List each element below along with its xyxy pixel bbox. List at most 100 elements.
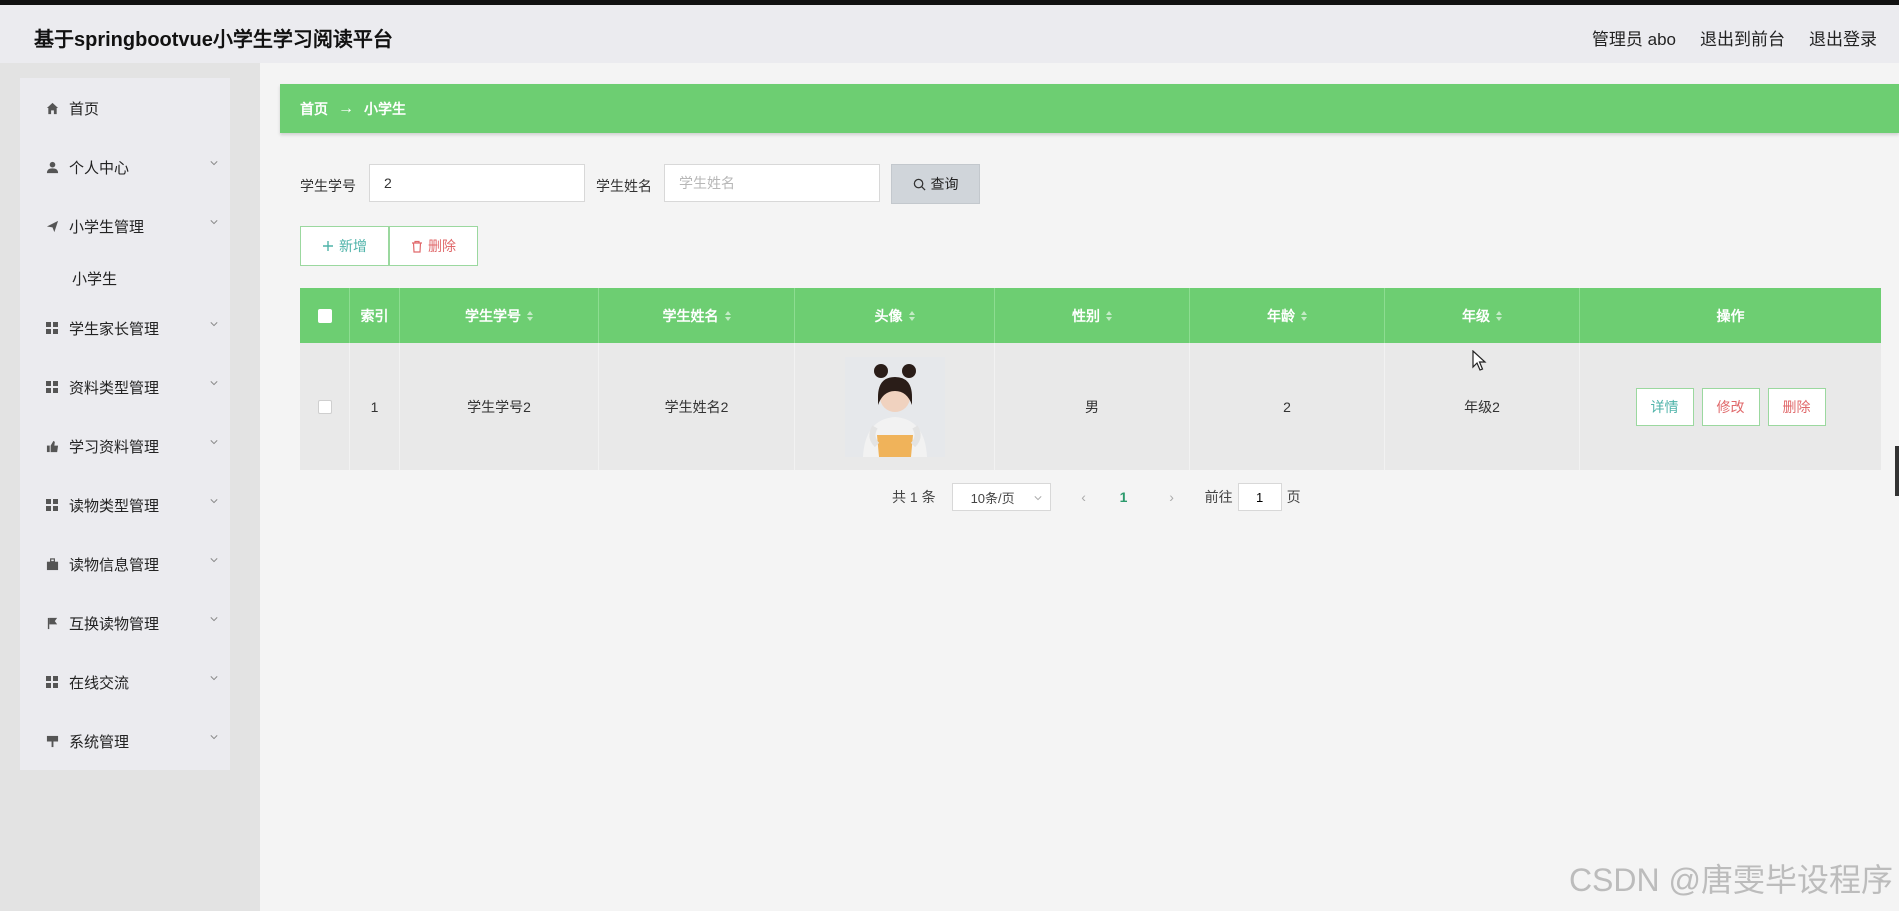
sidebar-item-reading-type-management[interactable]: 读物类型管理 (20, 485, 230, 525)
sidebar-item-label: 读物信息管理 (69, 556, 160, 574)
student-id-label: 学生学号 (300, 178, 356, 194)
row-delete-button[interactable]: 删除 (1767, 387, 1826, 426)
app-header: 基于springbootvue小学生学习阅读平台 管理员 abo 退出到前台 退… (0, 5, 1899, 63)
student-id-input[interactable] (369, 164, 585, 202)
sidebar-item-material-type-management[interactable]: 资料类型管理 (20, 367, 230, 407)
sidebar-subitem-student[interactable]: 小学生 (72, 268, 117, 289)
sidebar-item-label: 系统管理 (69, 733, 130, 751)
sidebar-item-label: 小学生管理 (69, 218, 145, 236)
column-header-label: 年龄 (1267, 307, 1295, 324)
mouse-cursor-icon (1472, 350, 1487, 371)
breadcrumb: 首页 → 小学生 (280, 84, 1899, 133)
column-header-actions: 操作 (1580, 288, 1881, 343)
page-size-select[interactable]: 10条/页 (951, 483, 1051, 511)
chevron-down-icon (210, 558, 218, 563)
sidebar-item-label: 学习资料管理 (69, 438, 160, 456)
app-title: 基于springbootvue小学生学习阅读平台 (34, 29, 393, 51)
sort-icon[interactable] (1301, 310, 1307, 321)
query-button-label: 查询 (930, 176, 959, 192)
sidebar-item-reading-info-management[interactable]: 读物信息管理 (20, 544, 230, 584)
thumb-icon (45, 439, 59, 453)
page-number-current[interactable]: 1 (1109, 489, 1139, 505)
scrollbar-thumb[interactable] (1895, 446, 1899, 496)
sidebar-item-label: 互换读物管理 (69, 615, 160, 633)
pagination: 共 1 条 10条/页 ‹ 1 › 前往 页 (892, 482, 1301, 512)
sort-icon[interactable] (908, 310, 915, 321)
select-all-cell (300, 288, 350, 343)
add-button[interactable]: 新增 (300, 226, 389, 266)
chevron-down-icon (210, 220, 218, 225)
total-count: 共 1 条 (892, 489, 936, 505)
sidebar-item-personal-center[interactable]: 个人中心 (20, 147, 230, 187)
chevron-down-icon (210, 161, 218, 166)
batch-delete-button-label: 删除 (428, 238, 456, 254)
add-button-label: 新增 (339, 238, 367, 254)
flag-icon (45, 616, 59, 630)
goto-prefix: 前往 (1204, 489, 1233, 505)
sidebar-item-study-material-management[interactable]: 学习资料管理 (20, 426, 230, 466)
chevron-down-icon (210, 499, 218, 504)
cell-gender: 男 (995, 343, 1190, 470)
watermark-text: CSDN @唐雯毕设程序 (1568, 862, 1893, 898)
cell-avatar (795, 343, 995, 470)
plus-icon (323, 241, 333, 251)
student-avatar-image (844, 356, 945, 457)
exit-to-front-link[interactable]: 退出到前台 (1700, 25, 1785, 50)
edit-button[interactable]: 修改 (1701, 387, 1760, 426)
chevron-down-icon (210, 381, 218, 386)
sidebar-item-parent-management[interactable]: 学生家长管理 (20, 308, 230, 348)
chevron-down-icon (1034, 496, 1042, 501)
logout-link[interactable]: 退出登录 (1809, 25, 1877, 50)
column-header-label: 学生学号 (465, 307, 521, 324)
cell-index: 1 (350, 343, 400, 470)
column-header-label: 性别 (1072, 307, 1100, 324)
sort-icon[interactable] (1496, 310, 1502, 321)
query-button[interactable]: 查询 (891, 164, 980, 204)
admin-user-label[interactable]: 管理员 abo (1592, 25, 1676, 50)
sidebar-item-system-management[interactable]: 系统管理 (20, 721, 230, 761)
sidebar-item-label: 在线交流 (69, 674, 130, 692)
sidebar-menu: 首页 个人中心 小学生管理 小学生 学生家长管理 资料类型管理 学习资料管理 读… (20, 78, 230, 770)
sidebar-item-label: 个人中心 (69, 159, 130, 177)
column-header-avatar[interactable]: 头像 (795, 288, 995, 343)
row-checkbox[interactable] (317, 399, 332, 414)
breadcrumb-current: 小学生 (364, 100, 406, 117)
prev-page-button[interactable]: ‹ (1069, 489, 1099, 505)
column-header-label: 操作 (1716, 307, 1745, 324)
sort-icon[interactable] (724, 310, 731, 321)
breadcrumb-home-link[interactable]: 首页 (300, 99, 328, 119)
grid-icon (45, 380, 59, 394)
column-header-gender[interactable]: 性别 (995, 288, 1190, 343)
breadcrumb-arrow: → (338, 99, 354, 117)
chevron-down-icon (210, 322, 218, 327)
sidebar-item-student-management[interactable]: 小学生管理 (20, 206, 230, 246)
sidebar-item-home[interactable]: 首页 (20, 88, 230, 128)
sidebar-item-label: 学生家长管理 (69, 320, 160, 338)
grid-icon (45, 498, 59, 512)
trash-icon (412, 240, 422, 253)
column-header-student-name[interactable]: 学生姓名 (599, 288, 795, 343)
select-all-checkbox[interactable] (317, 308, 332, 323)
column-header-grade[interactable]: 年级 (1385, 288, 1580, 343)
chevron-down-icon (210, 735, 218, 740)
student-name-input[interactable] (664, 164, 880, 202)
goto-page-input[interactable] (1237, 483, 1282, 511)
column-header-label: 索引 (360, 307, 389, 324)
column-header-age[interactable]: 年龄 (1190, 288, 1385, 343)
user-icon (45, 160, 59, 174)
sort-icon[interactable] (527, 310, 533, 321)
detail-button[interactable]: 详情 (1635, 387, 1694, 426)
column-header-label: 年级 (1462, 307, 1490, 324)
next-page-button[interactable]: › (1157, 489, 1187, 505)
paper-plane-icon (45, 219, 59, 233)
sidebar-item-online-chat[interactable]: 在线交流 (20, 662, 230, 702)
batch-delete-button[interactable]: 删除 (389, 226, 478, 266)
sidebar-item-label: 读物类型管理 (69, 497, 160, 515)
home-icon (45, 101, 59, 115)
briefcase-icon (45, 557, 59, 571)
sidebar-item-exchange-reading-management[interactable]: 互换读物管理 (20, 603, 230, 643)
sort-icon[interactable] (1106, 310, 1112, 321)
column-header-label: 学生姓名 (662, 307, 719, 324)
cell-actions: 详情 修改 删除 (1580, 343, 1881, 470)
column-header-student-id[interactable]: 学生学号 (400, 288, 599, 343)
